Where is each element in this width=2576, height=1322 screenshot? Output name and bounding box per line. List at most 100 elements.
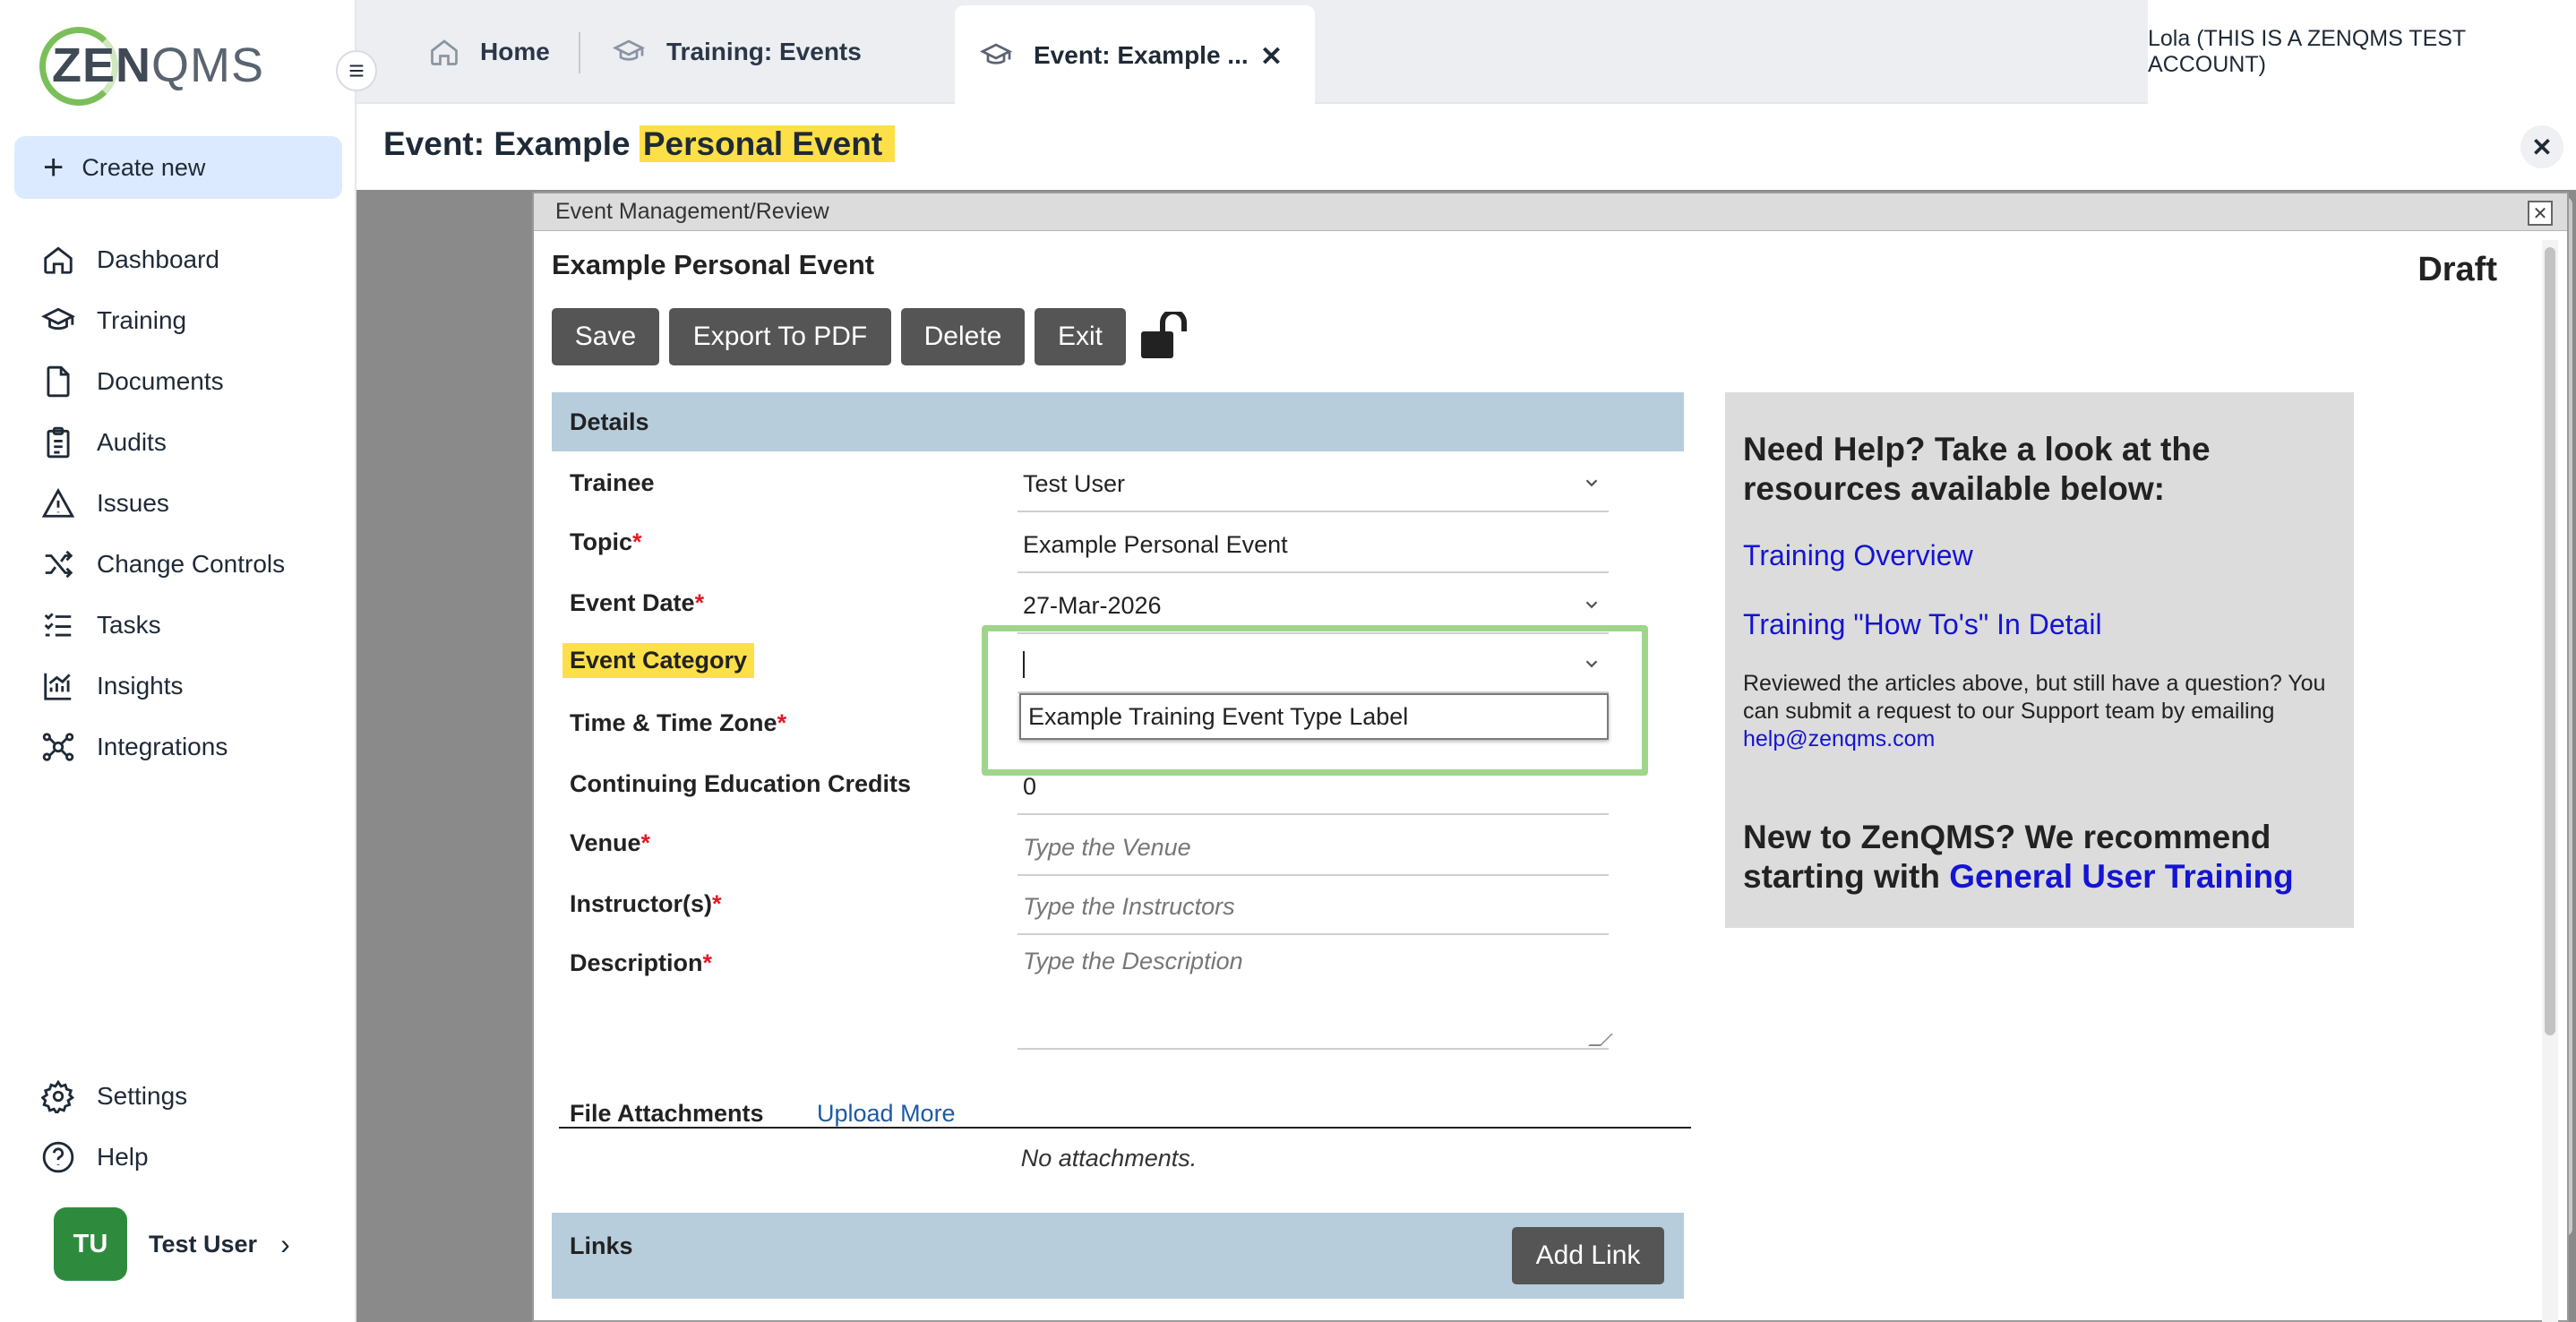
create-new-button[interactable]: + Create new bbox=[14, 136, 342, 199]
sidebar-item-label: Audits bbox=[97, 428, 167, 456]
tab-training-events[interactable]: Training: Events bbox=[611, 0, 862, 104]
shuffle-icon bbox=[45, 550, 73, 579]
network-icon bbox=[42, 733, 74, 761]
training-overview-link[interactable]: Training Overview bbox=[1743, 539, 2336, 572]
general-user-training-link[interactable]: General User Training bbox=[1949, 858, 2294, 895]
add-link-button[interactable]: Add Link bbox=[1512, 1227, 1664, 1284]
sidebar-item-insights[interactable]: Insights bbox=[0, 656, 356, 717]
required-mark: * bbox=[777, 709, 787, 736]
close-page-button[interactable]: ✕ bbox=[2520, 125, 2563, 168]
tab-home[interactable]: Home bbox=[428, 0, 550, 104]
topic-value: Example Personal Event bbox=[1023, 530, 1288, 558]
topic-input[interactable]: Example Personal Event bbox=[1018, 518, 1609, 573]
graduation-cap-icon bbox=[979, 43, 1013, 64]
ce-credits-label: Continuing Education Credits bbox=[570, 770, 911, 797]
logo-zen: ZEN bbox=[52, 39, 151, 92]
details-section-header: Details bbox=[552, 392, 1684, 451]
sidebar-item-label: Dashboard bbox=[97, 245, 219, 273]
trainee-value: Test User bbox=[1023, 469, 1126, 497]
sidebar-item-tasks[interactable]: Tasks bbox=[0, 595, 356, 656]
scroll-thumb[interactable] bbox=[2545, 247, 2555, 1035]
unlock-icon[interactable] bbox=[1139, 309, 1195, 365]
clipboard-icon bbox=[47, 426, 70, 459]
upload-more-link[interactable]: Upload More bbox=[817, 1100, 956, 1128]
description-textarea[interactable]: Type the Description bbox=[1018, 942, 1613, 1050]
task-list-icon bbox=[44, 613, 72, 637]
export-pdf-button[interactable]: Export To PDF bbox=[669, 308, 891, 365]
required-mark: * bbox=[694, 589, 705, 616]
event-modal: Event Management/Review ✕ Example Person… bbox=[532, 192, 2569, 1322]
ce-credits-input[interactable]: 0 bbox=[1018, 760, 1609, 815]
home-icon bbox=[431, 39, 458, 65]
instructors-input[interactable]: Type the Instructors bbox=[1018, 880, 1609, 935]
venue-label-text: Venue bbox=[570, 829, 641, 856]
modal-toolbar: Save Export To PDF Delete Exit bbox=[552, 308, 1136, 365]
event-category-option[interactable]: Example Training Event Type Label bbox=[1019, 693, 1609, 740]
sidebar-item-help[interactable]: Help bbox=[0, 1127, 356, 1188]
modal-scrollbar[interactable] bbox=[2542, 240, 2558, 1322]
page-title-prefix: Event: Example bbox=[383, 125, 640, 162]
sidebar-item-label: Integrations bbox=[97, 733, 228, 760]
logo-qms: QMS bbox=[151, 39, 265, 92]
description-label-text: Description bbox=[570, 949, 703, 976]
sidebar: ZENQMS + Create new Dashboard Training D… bbox=[0, 0, 356, 1322]
tab-bar: Home Training: Events Event: Example ...… bbox=[356, 0, 2576, 106]
modal-close-button[interactable]: ✕ bbox=[2528, 201, 2553, 226]
sidebar-item-integrations[interactable]: Integrations bbox=[0, 717, 356, 777]
hamburger-icon bbox=[349, 64, 364, 77]
chart-icon bbox=[44, 673, 72, 700]
tab-divider bbox=[579, 32, 580, 73]
sidebar-item-change-controls[interactable]: Change Controls bbox=[0, 534, 356, 595]
required-mark: * bbox=[712, 890, 722, 917]
chevron-down-icon bbox=[1585, 601, 1598, 609]
close-icon: ✕ bbox=[2532, 203, 2548, 224]
sidebar-item-settings[interactable]: Settings bbox=[0, 1066, 356, 1127]
sidebar-item-label: Issues bbox=[97, 489, 169, 517]
record-title: Example Personal Event bbox=[552, 249, 875, 280]
required-mark: * bbox=[640, 829, 651, 856]
event-date-label: Event Date* bbox=[570, 589, 704, 617]
sidebar-item-issues[interactable]: Issues bbox=[0, 473, 356, 534]
user-menu[interactable]: TU Test User › bbox=[54, 1207, 340, 1281]
close-icon: ✕ bbox=[2531, 133, 2553, 161]
sidebar-item-training[interactable]: Training bbox=[0, 290, 356, 351]
exit-button[interactable]: Exit bbox=[1035, 308, 1126, 365]
resize-handle-icon[interactable] bbox=[1588, 1034, 1613, 1046]
links-header-label: Links bbox=[570, 1232, 633, 1259]
delete-button[interactable]: Delete bbox=[901, 308, 1025, 365]
tab-event-example[interactable]: Event: Example ... ✕ bbox=[955, 5, 1315, 106]
sidebar-item-audits[interactable]: Audits bbox=[0, 412, 356, 473]
status-label: Draft bbox=[2417, 251, 2497, 288]
support-email-link[interactable]: help@zenqms.com bbox=[1743, 726, 1935, 751]
home-icon bbox=[44, 246, 73, 274]
event-category-label: Event Category bbox=[562, 643, 755, 678]
page-title-highlight: Personal Event bbox=[639, 125, 896, 162]
tab-label: Home bbox=[480, 38, 550, 65]
description-placeholder: Type the Description bbox=[1023, 948, 1243, 974]
sidebar-nav: Dashboard Training Documents Audits Issu… bbox=[0, 229, 356, 777]
trainee-select[interactable]: Test User bbox=[1018, 457, 1609, 512]
create-new-label: Create new bbox=[82, 153, 206, 181]
venue-input[interactable]: Type the Venue bbox=[1018, 820, 1609, 876]
sidebar-item-dashboard[interactable]: Dashboard bbox=[0, 229, 356, 290]
help-body: Reviewed the articles above, but still h… bbox=[1743, 670, 2336, 753]
sidebar-item-label: Training bbox=[97, 306, 187, 334]
document-icon bbox=[47, 365, 70, 398]
save-button[interactable]: Save bbox=[552, 308, 659, 365]
question-icon bbox=[42, 1141, 74, 1173]
graduation-cap-icon bbox=[612, 39, 646, 61]
close-tab-icon[interactable]: ✕ bbox=[1260, 41, 1283, 73]
help-panel: Need Help? Take a look at the resources … bbox=[1725, 392, 2354, 928]
sidebar-item-label: Settings bbox=[97, 1082, 188, 1110]
zenqms-logo[interactable]: ZENQMS bbox=[39, 25, 263, 107]
attachments-header: File Attachments Upload More bbox=[559, 1096, 1691, 1129]
modal-titlebar: Event Management/Review ✕ bbox=[534, 193, 2567, 231]
sidebar-item-documents[interactable]: Documents bbox=[0, 351, 356, 412]
event-date-value: 27-Mar-2026 bbox=[1023, 591, 1162, 619]
collapse-sidebar-button[interactable] bbox=[336, 50, 377, 91]
plus-icon: + bbox=[43, 148, 64, 187]
training-how-tos-link[interactable]: Training "How To's" In Detail bbox=[1743, 608, 2336, 641]
warning-icon bbox=[41, 487, 75, 518]
sidebar-item-label: Insights bbox=[97, 672, 184, 700]
trainee-label: Trainee bbox=[570, 469, 655, 496]
